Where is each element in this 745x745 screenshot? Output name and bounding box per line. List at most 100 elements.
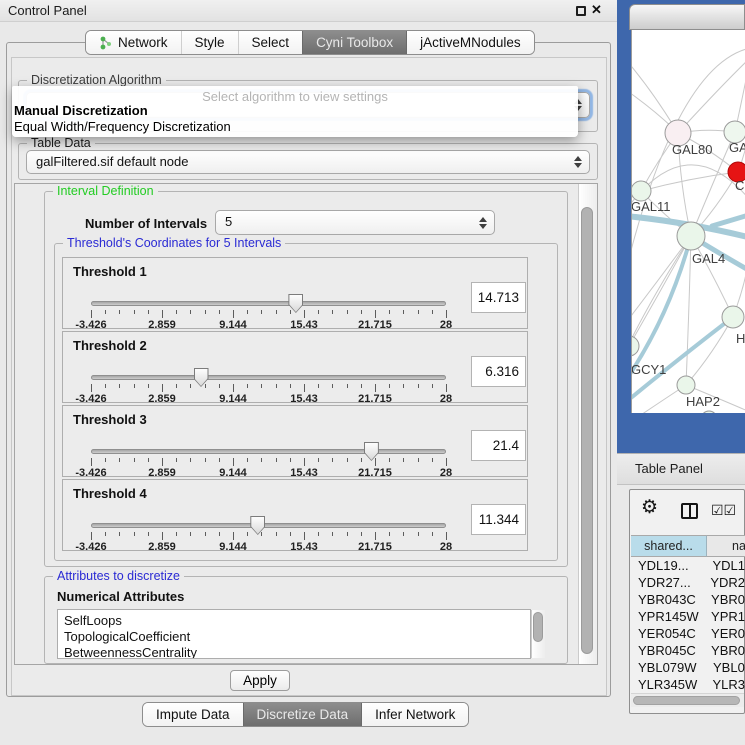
attribute-item[interactable]: BetweennessCentrality: [58, 645, 530, 659]
threshold-value-field[interactable]: 6.316: [471, 356, 526, 387]
cell-name[interactable]: YBL0: [707, 660, 745, 677]
table-row[interactable]: YER054CYER0: [631, 626, 745, 643]
table-panel-header: Table Panel: [617, 453, 745, 485]
threshold-value-field[interactable]: 11.344: [471, 504, 526, 535]
table-row[interactable]: YBR043CYBR0: [631, 592, 745, 609]
table-row[interactable]: YPR145WYPR1: [631, 609, 745, 626]
threshold-value-field[interactable]: 21.4: [471, 430, 526, 461]
column-header-shared[interactable]: shared...: [631, 535, 707, 557]
num-intervals-label: Number of Intervals: [85, 216, 207, 231]
network-node-gal11[interactable]: [632, 181, 651, 201]
gear-icon[interactable]: ⚙: [641, 498, 658, 518]
thresholds-group-label: Threshold's Coordinates for 5 Intervals: [63, 236, 285, 250]
cell-name[interactable]: YPR1: [705, 609, 745, 626]
tab-label: Discretize Data: [257, 707, 349, 722]
column-header-name[interactable]: na: [707, 535, 745, 557]
attributes-group-label: Attributes to discretize: [53, 569, 184, 583]
table-data-combo[interactable]: galFiltered.sif default node: [26, 150, 590, 174]
tab-jactivemnodules[interactable]: jActiveMNodules: [406, 31, 534, 54]
checkboxes-icon[interactable]: ☑☑: [711, 502, 736, 519]
network-window-titlebar: [629, 4, 745, 30]
menu-item-equal-width-frequency[interactable]: Equal Width/Frequency Discretization: [14, 119, 231, 134]
apply-button[interactable]: Apply: [230, 670, 290, 691]
tab-network[interactable]: Network: [86, 31, 181, 54]
window-title: Control Panel: [8, 3, 87, 18]
node-label: GCY1: [632, 362, 666, 377]
cell-shared-name[interactable]: YPR145W: [631, 609, 705, 626]
network-node-gcy1[interactable]: [632, 336, 639, 356]
cell-shared-name[interactable]: YDL19...: [631, 558, 706, 575]
menu-item-manual-discretization[interactable]: Manual Discretization: [14, 103, 148, 118]
tick-label: 2.859: [148, 541, 176, 553]
cell-name[interactable]: YDL1: [706, 558, 745, 575]
interval-definition-label: Interval Definition: [53, 184, 158, 198]
discretization-algorithm-label: Discretization Algorithm: [27, 73, 166, 87]
threshold-label: Threshold 4: [73, 486, 147, 501]
slider-track[interactable]: [91, 449, 446, 454]
tab-cyni-toolbox[interactable]: Cyni Toolbox: [302, 31, 406, 54]
cell-shared-name[interactable]: YER054C: [631, 626, 705, 643]
tab-discretize-data[interactable]: Discretize Data: [243, 703, 362, 726]
attribute-item[interactable]: TopologicalCoefficient: [58, 629, 530, 645]
cell-name[interactable]: YDR2: [704, 575, 745, 592]
slider-track[interactable]: [91, 301, 446, 306]
cell-shared-name[interactable]: YLR345W: [631, 677, 706, 694]
table-hscrollbar-track[interactable]: [631, 693, 744, 707]
table-data-selected-value: galFiltered.sif default node: [36, 154, 188, 169]
table-row[interactable]: YDR27...YDR2: [631, 575, 745, 592]
float-window-icon[interactable]: [576, 6, 586, 16]
table-row[interactable]: YDL19...YDL1: [631, 558, 745, 575]
tab-label: Network: [118, 35, 168, 50]
node-label: C: [735, 178, 744, 193]
tick-label: 9.144: [219, 393, 247, 405]
slider-track[interactable]: [91, 375, 446, 380]
threshold-label: Threshold 2: [73, 338, 147, 353]
network-node-h[interactable]: [722, 306, 744, 328]
close-icon[interactable]: ✕: [591, 2, 602, 18]
tab-select[interactable]: Select: [238, 31, 303, 54]
num-intervals-combo[interactable]: 5: [215, 210, 495, 235]
tab-infer-network[interactable]: Infer Network: [361, 703, 468, 726]
slider-tick-labels: -3.4262.8599.14415.4321.71528: [91, 393, 446, 405]
cell-shared-name[interactable]: YBR043C: [631, 592, 705, 609]
cell-name[interactable]: YBR0: [705, 643, 745, 660]
node-table-rows: YDL19...YDL1YDR27...YDR2YBR043CYBR0YPR14…: [631, 558, 745, 697]
numerical-attributes-list[interactable]: SelfLoopsTopologicalCoefficientBetweenne…: [57, 609, 531, 659]
tab-label: Style: [195, 35, 225, 50]
table-row[interactable]: YBR045CYBR0: [631, 643, 745, 660]
tick-label: -3.426: [75, 467, 106, 479]
slider-tick-labels: -3.4262.8599.14415.4321.71528: [91, 319, 446, 331]
slider-track[interactable]: [91, 523, 446, 528]
cell-name[interactable]: YBR0: [705, 592, 745, 609]
tick-label: -3.426: [75, 319, 106, 331]
threshold-panel-3: Threshold 3-3.4262.8599.14415.4321.71528…: [62, 405, 528, 477]
cell-name[interactable]: YLR3: [706, 677, 745, 694]
table-row[interactable]: YLR345WYLR3: [631, 677, 745, 694]
threshold-value-field[interactable]: 14.713: [471, 282, 526, 313]
main-scrollbar-thumb[interactable]: [581, 207, 593, 654]
network-graph: GAL80GACGAL11GAL4GCY1HHAP2: [632, 30, 745, 413]
cell-shared-name[interactable]: YDR27...: [631, 575, 704, 592]
network-icon: [99, 36, 113, 50]
network-canvas[interactable]: GAL80GACGAL11GAL4GCY1HHAP2: [631, 30, 745, 413]
tick-label: -3.426: [75, 393, 106, 405]
tab-impute-data[interactable]: Impute Data: [143, 703, 243, 726]
attribute-item[interactable]: SelfLoops: [58, 613, 530, 629]
slider-ticks: [91, 458, 446, 467]
network-node-hap2[interactable]: [677, 376, 695, 394]
network-node-gal4[interactable]: [677, 222, 705, 250]
combo-arrows-icon: [479, 217, 486, 229]
split-columns-icon[interactable]: [681, 503, 698, 519]
tick-label: 9.144: [219, 467, 247, 479]
tab-style[interactable]: Style: [181, 31, 238, 54]
table-hscrollbar-thumb[interactable]: [633, 696, 740, 705]
cell-shared-name[interactable]: YBR045C: [631, 643, 705, 660]
network-node[interactable]: [701, 411, 717, 413]
node-label: GA: [729, 140, 745, 155]
combo-arrows-icon: [574, 156, 581, 168]
cell-shared-name[interactable]: YBL079W: [631, 660, 707, 677]
cell-name[interactable]: YER0: [705, 626, 745, 643]
list-scrollbar-thumb[interactable]: [533, 612, 543, 642]
table-row[interactable]: YBL079WYBL0: [631, 660, 745, 677]
tab-label: Select: [252, 35, 290, 50]
